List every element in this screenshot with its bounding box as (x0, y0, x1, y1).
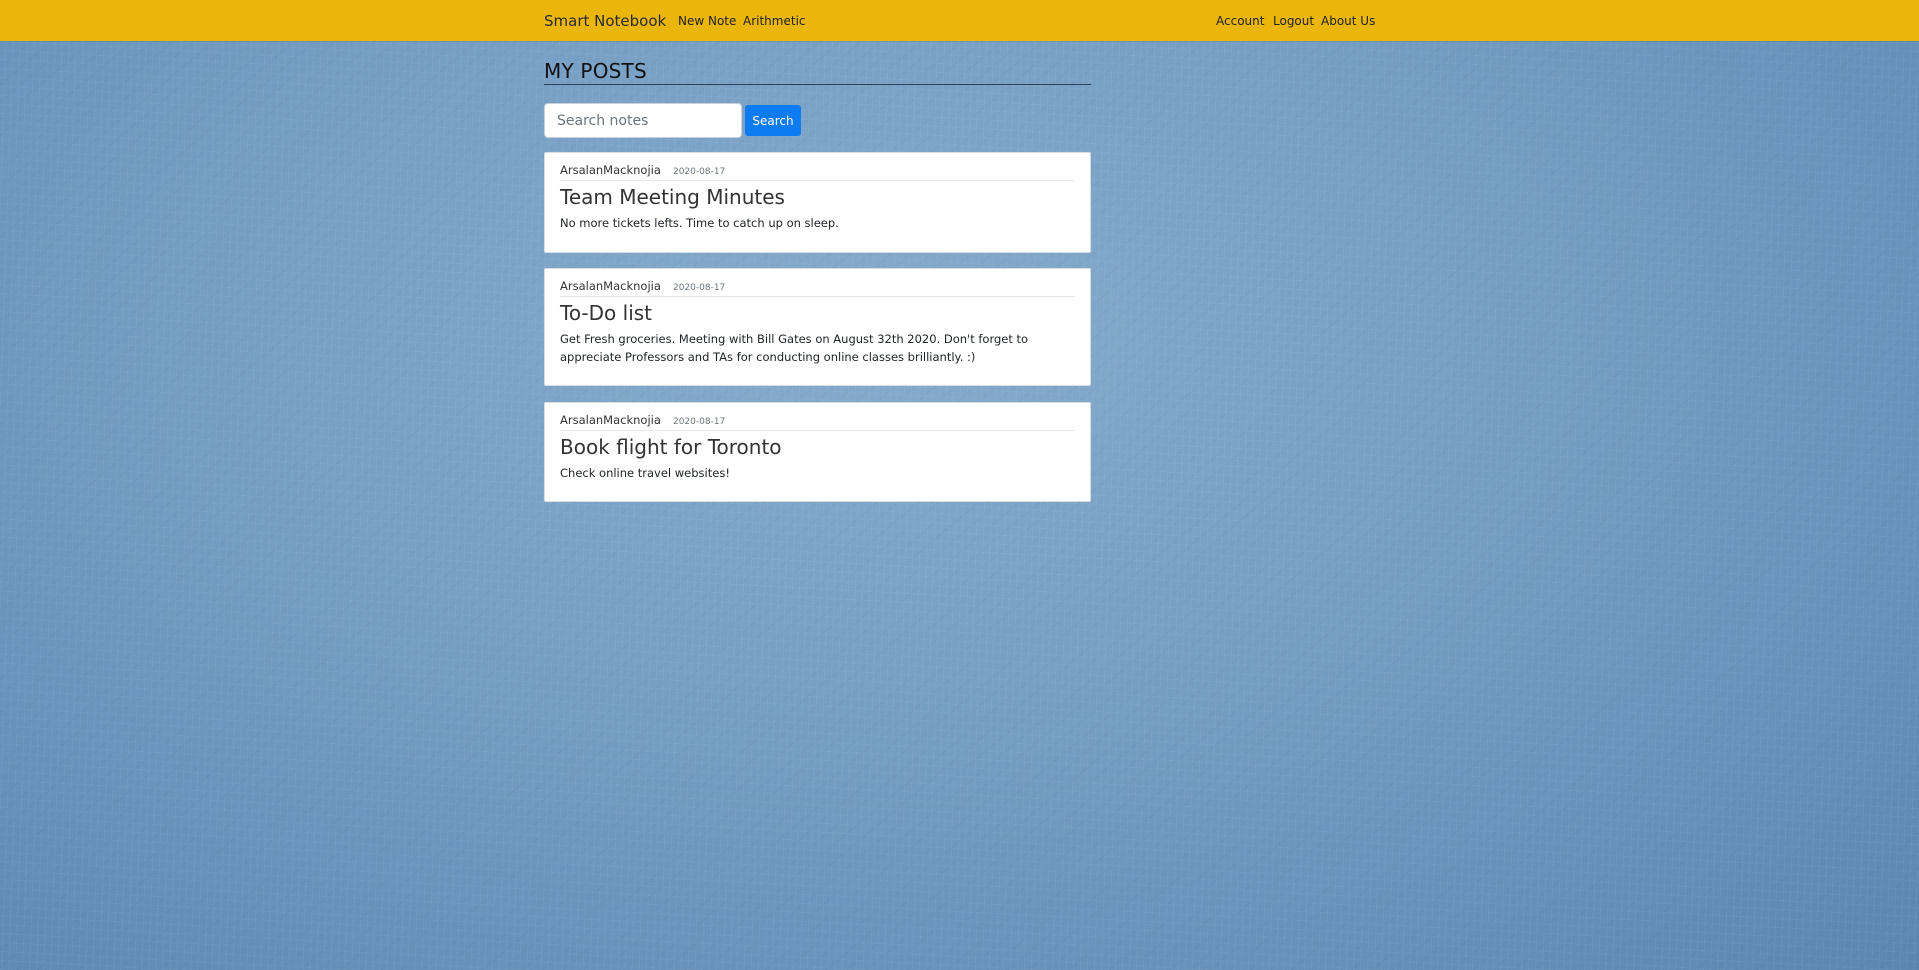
post-date: 2020-08-17 (672, 417, 726, 427)
post-author-link[interactable]: ArsalanMacknojia (560, 413, 661, 427)
brand-link[interactable]: Smart Notebook (544, 12, 666, 30)
search-button[interactable]: Search (745, 105, 801, 136)
post-title-link[interactable]: Book flight for Toronto (560, 435, 782, 459)
post-content: No more tickets lefts. Time to catch up … (560, 216, 839, 230)
top-navbar: Smart Notebook New Note Arithmetic Accou… (0, 0, 1919, 41)
post-title: Team Meeting Minutes (560, 184, 1075, 210)
post-title: Book flight for Toronto (560, 434, 1075, 460)
post-content: Get Fresh groceries. Meeting with Bill G… (560, 332, 1029, 364)
post-title: To-Do list (560, 300, 1075, 326)
page-title: MY POSTS (544, 58, 1091, 85)
nav-new-note[interactable]: New Note (678, 14, 736, 29)
post-author-link[interactable]: ArsalanMacknojia (560, 163, 661, 177)
post-title-link[interactable]: Team Meeting Minutes (560, 185, 785, 209)
post-card: ArsalanMacknojia 2020-08-17 Book flight … (544, 402, 1091, 502)
nav-about-us[interactable]: About Us (1321, 14, 1375, 29)
post-date: 2020-08-17 (672, 167, 726, 177)
nav-arithmetic[interactable]: Arithmetic (743, 14, 806, 29)
post-meta: ArsalanMacknojia 2020-08-17 (560, 162, 1075, 181)
post-author-link[interactable]: ArsalanMacknojia (560, 279, 661, 293)
search-input[interactable] (544, 103, 742, 138)
post-title-link[interactable]: To-Do list (560, 301, 652, 325)
main-content: MY POSTS Search ArsalanMacknojia 2020-08… (544, 58, 1091, 502)
post-meta: ArsalanMacknojia 2020-08-17 (560, 412, 1075, 431)
nav-logout[interactable]: Logout (1273, 14, 1314, 29)
nav-account[interactable]: Account (1216, 14, 1264, 29)
post-content: Check online travel websites! (560, 466, 730, 480)
post-card: ArsalanMacknojia 2020-08-17 To-Do list G… (544, 268, 1091, 386)
post-card: ArsalanMacknojia 2020-08-17 Team Meeting… (544, 152, 1091, 253)
post-meta: ArsalanMacknojia 2020-08-17 (560, 278, 1075, 297)
post-date: 2020-08-17 (672, 283, 726, 293)
